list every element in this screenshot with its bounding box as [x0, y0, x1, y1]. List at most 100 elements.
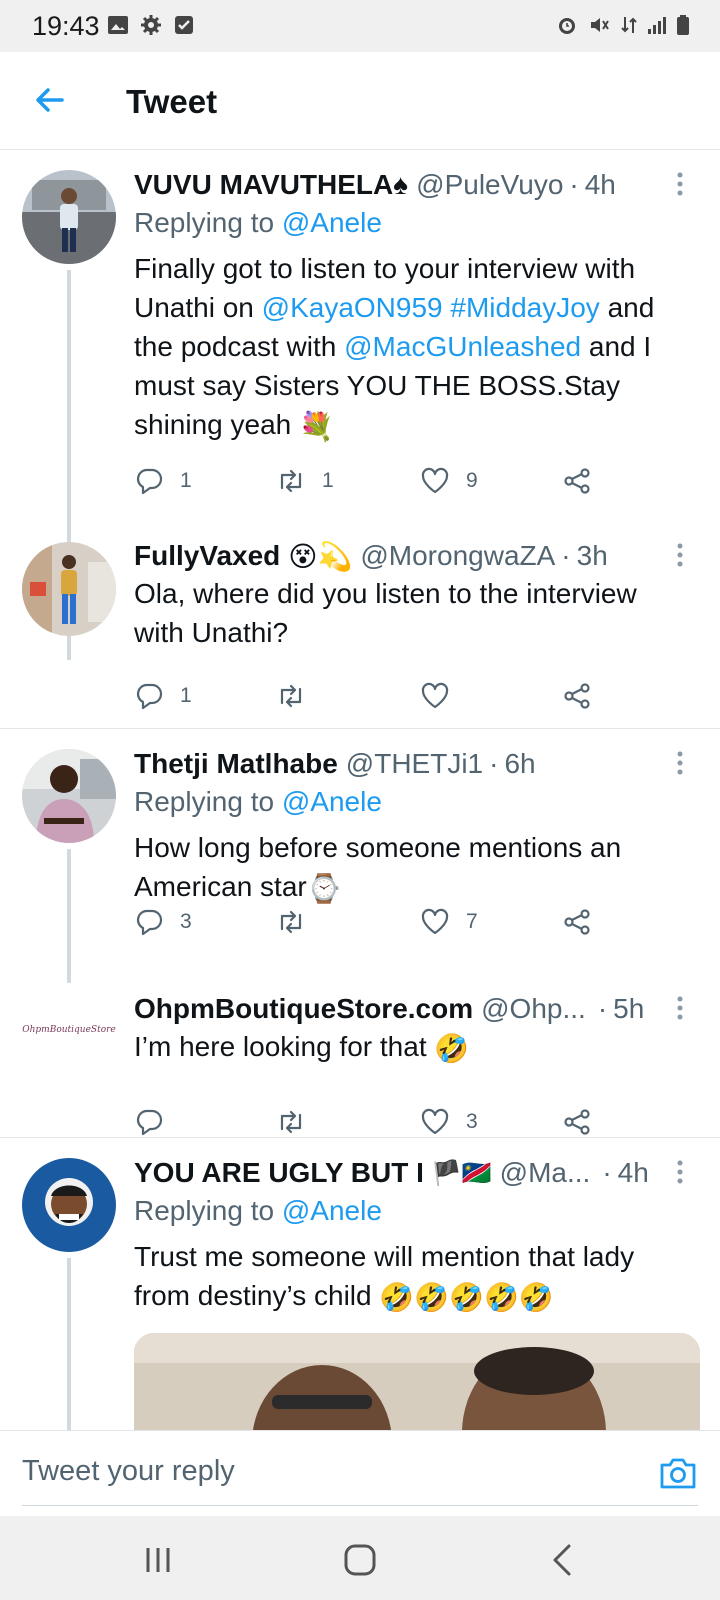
- heart-icon: [421, 908, 449, 935]
- heart-icon: [421, 467, 449, 494]
- mention-link[interactable]: @Anele: [282, 207, 382, 238]
- tweet-actions: 3 7: [134, 902, 614, 942]
- reply-input[interactable]: Tweet your reply: [22, 1455, 235, 1488]
- share-icon: [564, 909, 590, 935]
- author-handle[interactable]: @PuleVuyo: [416, 169, 563, 201]
- avatar[interactable]: [22, 542, 116, 636]
- mention-link[interactable]: @Anele: [282, 1195, 382, 1226]
- back-icon[interactable]: [543, 1542, 583, 1578]
- tweet[interactable]: Thetji Matlhabe @THETJi1 · 6h Replying t…: [0, 729, 720, 991]
- home-icon[interactable]: [340, 1542, 380, 1578]
- tweet-age: 6h: [504, 748, 536, 779]
- retweet-icon: [280, 469, 302, 493]
- more-options-icon[interactable]: [670, 748, 690, 778]
- avatar[interactable]: [22, 1158, 116, 1252]
- reply-button[interactable]: 1: [134, 676, 192, 716]
- tweet-text: Finally got to listen to your interview …: [134, 249, 688, 446]
- tweet-age: 3h: [576, 540, 608, 571]
- tweet-age: 4h: [584, 169, 616, 200]
- author-handle[interactable]: @MorongwaZA: [360, 540, 555, 572]
- reply-button[interactable]: 3: [134, 902, 192, 942]
- reply-button[interactable]: 1: [134, 461, 192, 501]
- photo-two-men: [134, 1333, 700, 1430]
- replying-to: Replying to @Anele: [134, 1195, 688, 1233]
- share-icon: [564, 1109, 590, 1135]
- author-handle[interactable]: @Ohp...: [481, 993, 586, 1025]
- tweet-text: How long before someone mentions an Amer…: [134, 828, 688, 908]
- mention-link[interactable]: @KayaON959: [262, 292, 443, 323]
- avatar[interactable]: [22, 170, 116, 264]
- image-icon: [108, 16, 128, 34]
- like-count: 7: [466, 910, 478, 933]
- like-button[interactable]: 9: [420, 461, 478, 501]
- camera-icon[interactable]: [658, 1455, 698, 1491]
- retweet-icon: [280, 684, 302, 708]
- retweet-icon: [280, 910, 302, 934]
- thread-line: [67, 1258, 71, 1430]
- more-options-icon[interactable]: [670, 540, 690, 570]
- laughing-emoji: 🤣: [434, 1033, 470, 1065]
- tweet-actions: 3: [134, 1102, 614, 1142]
- author-name[interactable]: OhpmBoutiqueStore.com: [134, 993, 473, 1025]
- share-button[interactable]: [562, 902, 592, 942]
- separator: ·: [561, 540, 571, 571]
- reply-icon: [136, 1109, 163, 1136]
- reply-button[interactable]: [134, 1102, 164, 1142]
- retweet-button[interactable]: [276, 1102, 306, 1142]
- recents-icon[interactable]: [138, 1542, 178, 1578]
- more-options-icon[interactable]: [670, 169, 690, 199]
- replying-to: Replying to @Anele: [134, 786, 688, 824]
- signal-icon: [648, 17, 666, 34]
- hashtag-link[interactable]: #MiddayJoy: [450, 292, 599, 323]
- replying-prefix: Replying to: [134, 786, 275, 817]
- more-options-icon[interactable]: [670, 1157, 690, 1187]
- input-underline: [22, 1505, 698, 1506]
- retweet-button[interactable]: 1: [276, 461, 334, 501]
- tweet[interactable]: OhpmBoutiqueStore OhpmBoutiqueStore.com …: [0, 983, 720, 1137]
- avatar[interactable]: OhpmBoutiqueStore: [22, 983, 116, 1077]
- like-count: 9: [466, 469, 478, 492]
- separator: ·: [489, 748, 499, 779]
- avatar[interactable]: [22, 749, 116, 843]
- author-name[interactable]: FullyVaxed: [134, 540, 280, 572]
- like-button[interactable]: [420, 676, 450, 716]
- author-name[interactable]: Thetji Matlhabe: [134, 748, 338, 780]
- separator: ·: [569, 169, 579, 200]
- mention-link[interactable]: @Anele: [282, 786, 382, 817]
- author-name[interactable]: VUVU MAVUTHELA: [134, 169, 393, 201]
- like-button[interactable]: 7: [420, 902, 478, 942]
- replying-prefix: Replying to: [134, 207, 275, 238]
- check-box-icon: [175, 16, 193, 34]
- status-time: 19:43: [32, 11, 100, 41]
- tweet-text: Trust me someone will mention that lady …: [134, 1237, 688, 1317]
- reply-icon: [136, 683, 163, 710]
- heart-icon: [421, 1108, 449, 1135]
- battery-icon: [677, 15, 689, 35]
- author-handle[interactable]: @THETJi1: [346, 748, 483, 780]
- text-segment: How long before someone mentions an Amer…: [134, 832, 622, 902]
- share-button[interactable]: [562, 461, 592, 501]
- retweet-button[interactable]: [276, 676, 306, 716]
- thread-line: [67, 849, 71, 991]
- gear-icon: [141, 15, 161, 35]
- reply-count: 1: [180, 684, 192, 707]
- replying-to: Replying to @Anele: [134, 207, 688, 245]
- like-button[interactable]: 3: [420, 1102, 478, 1142]
- mention-link[interactable]: @MacGUnleashed: [344, 331, 581, 362]
- tweet-media-image[interactable]: [134, 1333, 700, 1430]
- status-bar: 19:43: [0, 0, 720, 52]
- tweet-text: Ola, where did you listen to the intervi…: [134, 578, 637, 648]
- share-button[interactable]: [562, 1102, 592, 1142]
- text-segment: I’m here looking for that: [134, 1031, 427, 1062]
- tweet[interactable]: FullyVaxed 😵💫 @MorongwaZA · 3h Ola, wher…: [0, 530, 720, 730]
- reply-icon: [136, 468, 163, 495]
- arrow-left-icon[interactable]: [30, 80, 70, 120]
- flag-emojis: 🏴🇳🇦: [431, 1159, 492, 1187]
- author-handle[interactable]: @Ma...: [500, 1157, 591, 1189]
- share-button[interactable]: [562, 676, 592, 716]
- share-icon: [564, 468, 590, 494]
- author-name[interactable]: YOU ARE UGLY BUT I: [134, 1157, 424, 1189]
- retweet-button[interactable]: [276, 902, 306, 942]
- top-app-bar: Tweet: [0, 52, 720, 150]
- more-options-icon[interactable]: [670, 993, 690, 1023]
